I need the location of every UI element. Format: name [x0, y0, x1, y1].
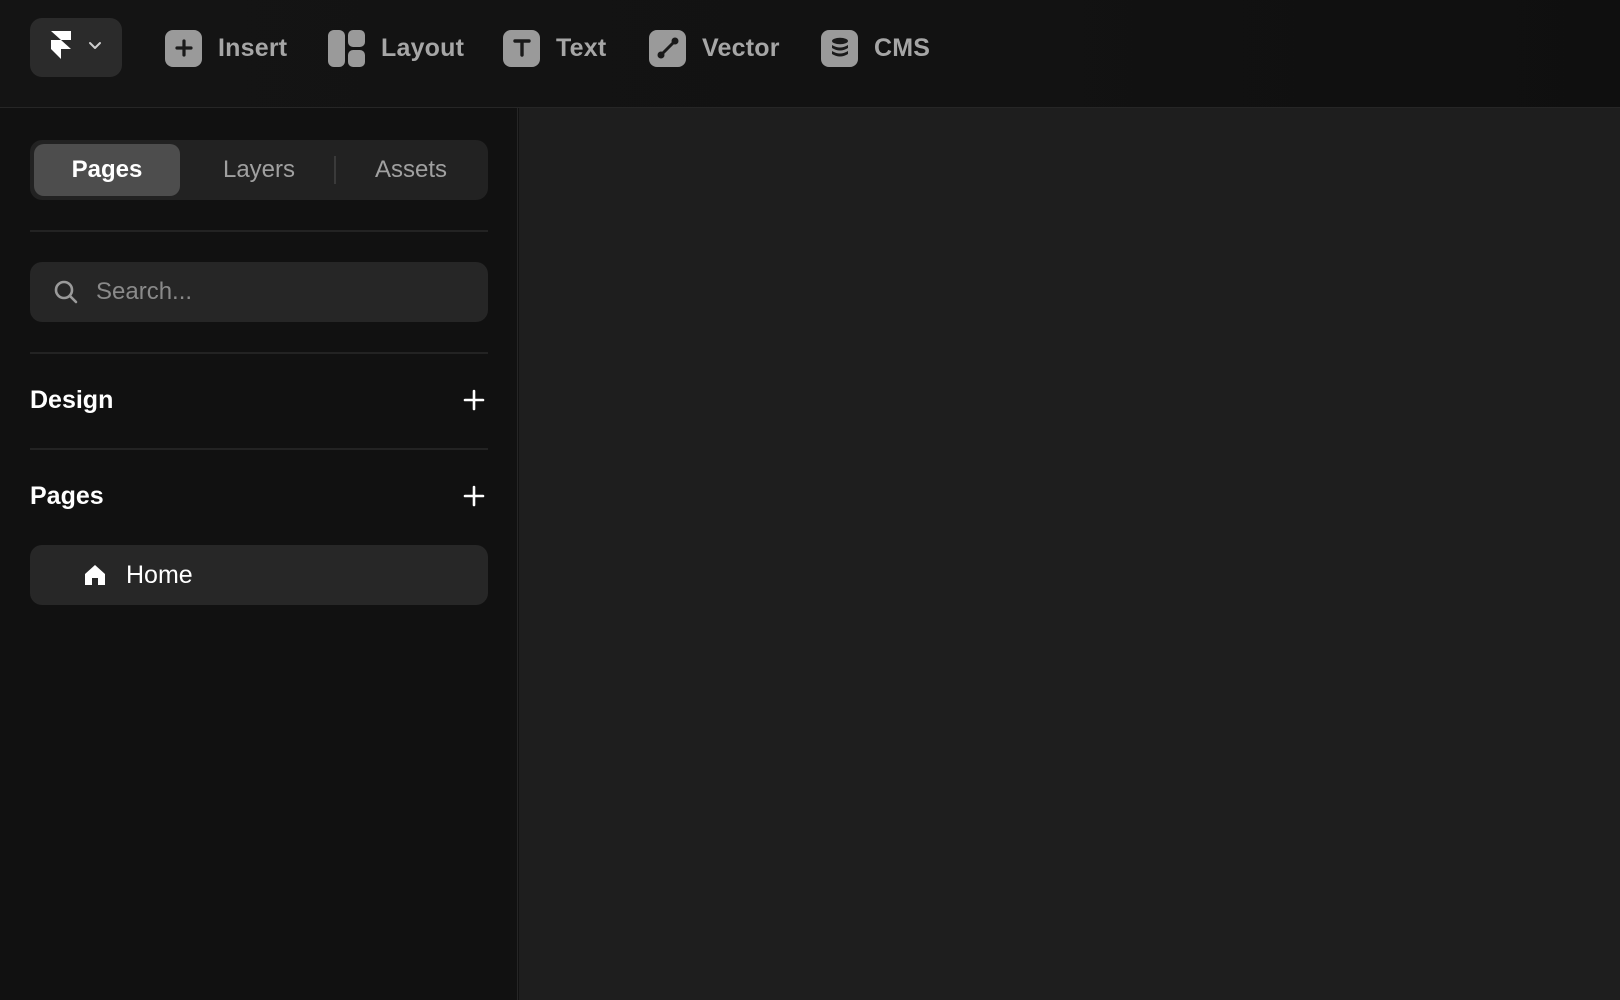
- panel-tabs: Pages Layers Assets: [30, 140, 488, 200]
- home-icon: [82, 562, 108, 588]
- plus-icon: [463, 485, 485, 507]
- insert-tool-button[interactable]: Insert: [165, 26, 287, 70]
- vector-label: Vector: [702, 33, 780, 62]
- divider: [30, 352, 488, 354]
- left-sidebar: Pages Layers Assets Design Pages: [0, 108, 518, 1000]
- text-t-icon: [503, 29, 540, 67]
- layout-label: Layout: [381, 33, 465, 62]
- cms-tool-button[interactable]: CMS: [821, 26, 930, 70]
- text-tool-button[interactable]: Text: [503, 26, 606, 70]
- plus-icon: [463, 389, 485, 411]
- chevron-down-icon: [87, 37, 103, 58]
- text-label: Text: [556, 33, 607, 62]
- search-input[interactable]: [96, 278, 456, 306]
- pages-section-title: Pages: [30, 481, 104, 510]
- divider: [30, 448, 488, 450]
- tab-layers[interactable]: Layers: [186, 144, 332, 196]
- divider: [30, 230, 488, 232]
- top-toolbar: Insert Layout Text Vector CMS: [0, 0, 1620, 108]
- design-canvas[interactable]: [519, 108, 1620, 1000]
- framer-logo-icon: [49, 30, 73, 65]
- layout-grid-icon: [328, 29, 365, 67]
- pen-path-icon: [649, 29, 686, 67]
- search-icon: [52, 278, 80, 306]
- plus-square-icon: [165, 29, 202, 67]
- add-design-button[interactable]: [460, 386, 488, 414]
- add-page-button[interactable]: [460, 482, 488, 510]
- search-box[interactable]: [30, 262, 488, 322]
- database-icon: [821, 29, 858, 67]
- page-item-home[interactable]: Home: [30, 545, 488, 605]
- layout-tool-button[interactable]: Layout: [328, 26, 464, 70]
- design-section-title: Design: [30, 385, 114, 414]
- cms-label: CMS: [874, 33, 931, 62]
- tab-separator: [334, 156, 336, 184]
- tab-assets[interactable]: Assets: [338, 144, 484, 196]
- page-item-label: Home: [126, 560, 193, 589]
- tab-pages[interactable]: Pages: [34, 144, 180, 196]
- vector-tool-button[interactable]: Vector: [649, 26, 780, 70]
- pages-section-header: Pages: [30, 476, 488, 516]
- project-menu-button[interactable]: [30, 18, 122, 77]
- design-section-header: Design: [30, 380, 488, 420]
- insert-label: Insert: [218, 33, 288, 62]
